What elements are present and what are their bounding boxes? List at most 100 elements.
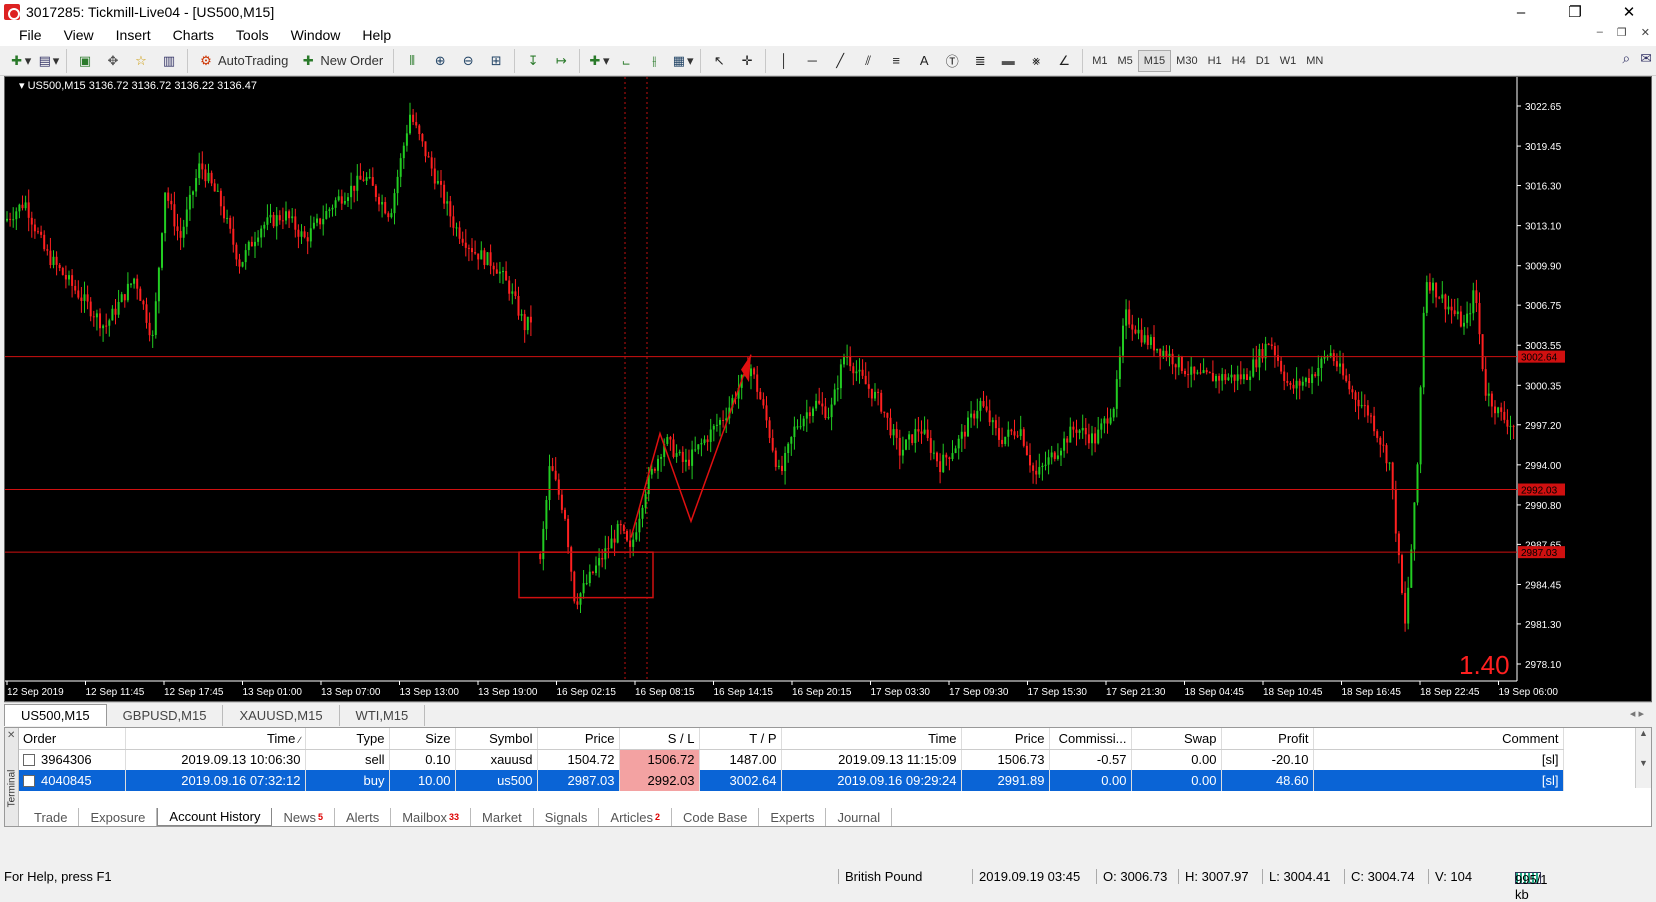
periods-icon[interactable]: ⨽ [614, 49, 638, 73]
col-commission[interactable]: Commissi... [1049, 728, 1132, 750]
menu-file[interactable]: File [8, 27, 53, 43]
tab-market[interactable]: Market [471, 808, 534, 826]
tab-articles[interactable]: Articles 2 [599, 808, 673, 826]
timeframe-w1[interactable]: W1 [1275, 50, 1302, 72]
terminal-close-icon[interactable]: ✕ [7, 730, 15, 741]
search-icon[interactable]: ⌕ [1622, 50, 1630, 67]
tab-code-base[interactable]: Code Base [672, 808, 760, 826]
menu-help[interactable]: Help [351, 27, 402, 43]
col-sl[interactable]: S / L [619, 728, 700, 750]
rectangle-icon[interactable]: ▬ [996, 49, 1020, 73]
col-order[interactable]: Order [19, 728, 126, 750]
candles-icon[interactable]: ⫲ [642, 49, 666, 73]
col-close-price[interactable]: Price [961, 728, 1050, 750]
favorites-icon[interactable]: ☆ [129, 49, 153, 73]
candle-body [1072, 426, 1075, 430]
tab-experts[interactable]: Experts [759, 808, 827, 826]
mdi-close-icon[interactable]: ✕ [1641, 26, 1650, 39]
terminal-icon[interactable]: ▥ [157, 49, 181, 73]
menu-view[interactable]: View [53, 27, 105, 43]
table-row[interactable]: 3964306 2019.09.13 10:06:30 sell 0.10 xa… [19, 749, 1564, 770]
cell-commission: -0.57 [1049, 749, 1132, 770]
chat-icon[interactable]: ✉ [1640, 50, 1652, 67]
zoom-in-icon[interactable]: ⊕ [428, 49, 452, 73]
bar-chart-icon[interactable]: ⫴ [400, 49, 424, 73]
autotrading-button[interactable]: ⚙ AutoTrading [194, 49, 292, 73]
timeframe-mn[interactable]: MN [1301, 50, 1328, 72]
candle-body [595, 565, 597, 573]
channel-icon[interactable]: ⫽ [856, 49, 880, 73]
close-icon[interactable]: ✕ [1602, 0, 1656, 24]
menu-insert[interactable]: Insert [105, 27, 162, 43]
new-chart-icon[interactable]: ✚ ▾ [8, 49, 32, 73]
tab-journal[interactable]: Journal [826, 808, 893, 826]
table-row-selected[interactable]: 4040845 2019.09.16 07:32:12 buy 10.00 us… [19, 770, 1564, 791]
chart-tab-gbpusd[interactable]: GBPUSD,M15 [107, 705, 224, 726]
col-tp[interactable]: T / P [699, 728, 782, 750]
col-size[interactable]: Size [389, 728, 456, 750]
timeframe-m30[interactable]: M30 [1171, 50, 1202, 72]
menu-tools[interactable]: Tools [225, 27, 280, 43]
col-type[interactable]: Type [305, 728, 390, 750]
menu-charts[interactable]: Charts [162, 27, 225, 43]
candle-body [95, 313, 98, 318]
chart-tab-us500[interactable]: US500,M15 [4, 704, 107, 726]
col-close-time[interactable]: Time [781, 728, 962, 750]
table-scrollbar[interactable]: ▲ ▼ [1635, 728, 1651, 788]
arrows-icon[interactable]: ∠ [1052, 49, 1076, 73]
chart-tab-wti[interactable]: WTI,M15 [340, 705, 426, 726]
timeframe-m1[interactable]: M1 [1087, 50, 1112, 72]
trendline-icon[interactable]: ╱ [828, 49, 852, 73]
mdi-minimize-icon[interactable]: – [1597, 26, 1603, 39]
horizontal-line-icon[interactable]: ─ [800, 49, 824, 73]
toolbar-separator [765, 48, 767, 73]
timeframe-m15[interactable]: M15 [1137, 49, 1172, 72]
timeframe-m5[interactable]: M5 [1112, 50, 1137, 72]
navigator-icon[interactable]: ✥ [101, 49, 125, 73]
tab-trade[interactable]: Trade [23, 808, 80, 826]
vertical-line-icon[interactable]: │ [772, 49, 796, 73]
tile-windows-icon[interactable]: ⊞ [484, 49, 508, 73]
tab-news[interactable]: News 5 [272, 808, 335, 826]
tab-exposure[interactable]: Exposure [79, 808, 158, 826]
candle-body [1407, 587, 1410, 624]
text-icon[interactable]: A [912, 49, 936, 73]
market-watch-icon[interactable]: ▣ [73, 49, 97, 73]
candle-body [154, 301, 157, 335]
new-order-button[interactable]: ✚ New Order [296, 49, 387, 73]
profiles-icon[interactable]: ▤ ▾ [36, 49, 60, 73]
templates-icon[interactable]: ▦ ▾ [670, 49, 694, 73]
tab-account-history[interactable]: Account History [157, 808, 273, 826]
timeframe-h4[interactable]: H4 [1227, 50, 1251, 72]
cursor-icon[interactable]: ↖ [707, 49, 731, 73]
col-symbol[interactable]: Symbol [455, 728, 538, 750]
zoom-out-icon[interactable]: ⊖ [456, 49, 480, 73]
tab-scroll-arrows-icon[interactable]: ◂ ▸ [1630, 707, 1644, 720]
menu-window[interactable]: Window [280, 27, 352, 43]
timeframe-h1[interactable]: H1 [1203, 50, 1227, 72]
crosshair-icon[interactable]: ✛ [735, 49, 759, 73]
fibo-fan-icon[interactable]: ≣ [968, 49, 992, 73]
tab-alerts[interactable]: Alerts [335, 808, 392, 826]
col-price[interactable]: Price [537, 728, 620, 750]
gann-icon[interactable]: ⨳ [1024, 49, 1048, 73]
col-profit[interactable]: Profit [1221, 728, 1314, 750]
mdi-restore-icon[interactable]: ❐ [1617, 26, 1627, 39]
tab-signals[interactable]: Signals [534, 808, 600, 826]
candle-body [1004, 436, 1007, 444]
tab-mailbox[interactable]: Mailbox 33 [391, 808, 472, 826]
fibonacci-icon[interactable]: ≡ [884, 49, 908, 73]
timeframe-d1[interactable]: D1 [1251, 50, 1275, 72]
col-time[interactable]: Time ∕ [125, 728, 306, 750]
col-swap[interactable]: Swap [1131, 728, 1222, 750]
minimize-icon[interactable]: – [1494, 0, 1548, 24]
chart-tab-xauusd[interactable]: XAUUSD,M15 [223, 705, 340, 726]
price-chart[interactable]: ▾ US500,M15 3136.72 3136.72 3136.22 3136… [4, 76, 1652, 702]
autoscroll-icon[interactable]: ↧ [521, 49, 545, 73]
text-label-icon[interactable]: Ⓣ [940, 49, 964, 73]
new-order-label: New Order [320, 53, 384, 68]
restore-icon[interactable]: ❐ [1548, 0, 1602, 24]
indicators-icon[interactable]: ✚ ▾ [586, 49, 610, 73]
col-comment[interactable]: Comment [1313, 728, 1564, 750]
chart-shift-icon[interactable]: ↦ [549, 49, 573, 73]
